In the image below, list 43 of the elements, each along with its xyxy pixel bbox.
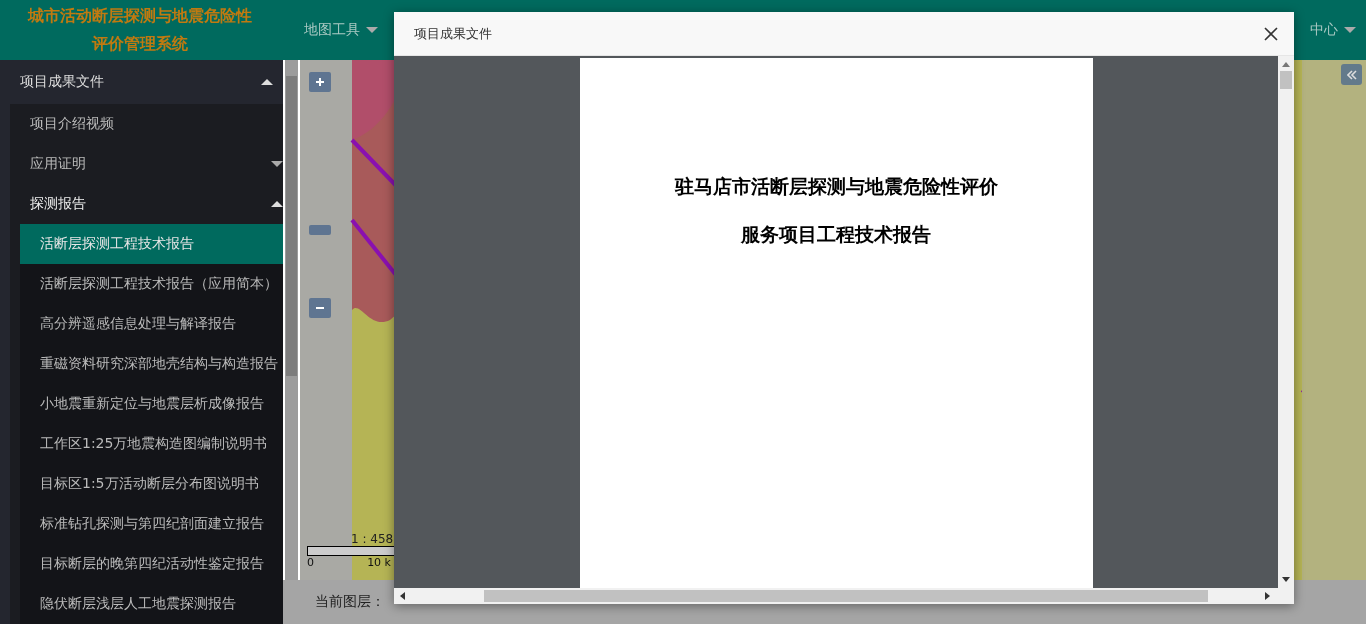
close-icon <box>1264 26 1278 41</box>
sidebar-subitem[interactable]: 隐伏断层浅层人工地震探测报告 <box>20 584 283 624</box>
sidebar-item[interactable]: 项目介绍视频 <box>10 104 283 144</box>
scroll-up-icon <box>1282 62 1290 67</box>
zoom-out-button[interactable] <box>309 298 331 318</box>
sidebar-subitem[interactable]: 活断层探测工程技术报告（应用简本） <box>20 264 283 304</box>
scroll-down-icon <box>1282 577 1290 582</box>
map-scale-label: 1 : 458 <box>351 532 395 546</box>
sidebar-subitem[interactable]: 目标断层的晚第四纪活动性鉴定报告 <box>20 544 283 584</box>
sidebar-subitem[interactable]: 工作区1:25万地震构造图编制说明书 <box>20 424 283 464</box>
scroll-left-icon <box>400 592 405 600</box>
caret-icon <box>1344 27 1356 33</box>
sidebar-subitem[interactable]: 小地震重新定位与地震层析成像报告 <box>20 384 283 424</box>
scale-tick-label: 10 k <box>367 556 391 569</box>
document-title: 驻马店市活断层探测与地震危险性评价 <box>674 174 998 199</box>
scroll-right-icon <box>1265 592 1270 600</box>
sidebar-subitem[interactable]: 目标区1:5万活动断层分布图说明书 <box>20 464 283 504</box>
scroll-thumb[interactable] <box>484 590 1208 602</box>
current-layer-label: 当前图层： <box>315 593 385 611</box>
modal-title: 项目成果文件 <box>414 24 492 43</box>
scroll-thumb[interactable] <box>286 76 297 376</box>
double-chevron-left-icon <box>1346 69 1357 80</box>
plus-icon <box>315 77 325 87</box>
zoom-in-button[interactable] <box>309 72 331 92</box>
document-title: 服务项目工程技术报告 <box>741 222 931 247</box>
sidebar-group-header[interactable]: 项目成果文件 <box>0 60 283 104</box>
scrollbar[interactable] <box>394 588 1294 604</box>
scroll-thumb[interactable] <box>1280 71 1292 89</box>
scrollbar[interactable] <box>285 60 298 580</box>
zoom-slider-thumb[interactable] <box>309 225 331 235</box>
collapse-button[interactable] <box>1341 64 1362 85</box>
caret-icon <box>366 27 378 33</box>
nav-menu-item[interactable]: 地图工具 <box>304 21 378 39</box>
close-button[interactable] <box>1264 26 1278 41</box>
app-title: 评价管理系统 <box>92 33 188 55</box>
app-title: 城市活动断层探测与地震危险性 <box>28 5 252 27</box>
scale-tick-label: 0 <box>307 556 314 569</box>
sidebar-subitem[interactable]: 重磁资料研究深部地壳结构与构造报告 <box>20 344 283 384</box>
scrollbar[interactable] <box>1278 56 1294 588</box>
nav-menu-item[interactable]: 中心 <box>1310 21 1356 39</box>
sidebar-subitem[interactable]: 活断层探测工程技术报告 <box>20 224 283 264</box>
sidebar-subitem[interactable]: 高分辨遥感信息处理与解译报告 <box>20 304 283 344</box>
sidebar-subitem[interactable]: 标准钻孔探测与第四纪剖面建立报告 <box>20 504 283 544</box>
